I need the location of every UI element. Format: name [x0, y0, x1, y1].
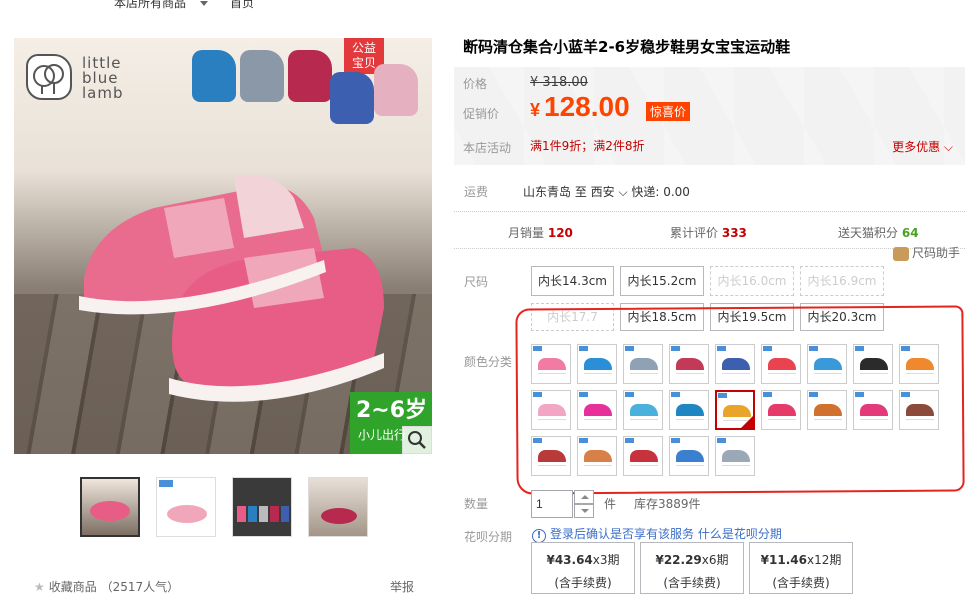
brand-logo: little blue lamb: [26, 52, 144, 110]
activity-label: 本店活动: [463, 141, 512, 155]
chevron-down-icon: ⌵: [940, 140, 953, 154]
activity-text: 满1件9折；满2件8折: [530, 139, 645, 153]
size-option[interactable]: 内长15.2cm: [620, 266, 704, 296]
shipping-label: 运费: [464, 185, 489, 199]
thumbnail-4[interactable]: [308, 477, 368, 537]
shipping-destination[interactable]: 山东青岛 至 西安 ⌵ 快递: 0.00: [523, 183, 690, 200]
quantity-decrease-button[interactable]: [574, 504, 594, 518]
zoom-icon[interactable]: [402, 426, 432, 454]
mini-shoe-navy: [330, 72, 374, 124]
size-helper-button[interactable]: 尺码助手: [893, 244, 960, 261]
quantity-label: 数量: [464, 497, 489, 511]
promo-price: ¥128.00: [530, 91, 630, 122]
tmall-points: 送天猫积分 64: [838, 226, 919, 240]
installment-option[interactable]: ¥11.46x12期 (含手续费): [749, 542, 853, 594]
annotation-highlight: [515, 305, 965, 495]
favorite-count: （2517人气）: [100, 580, 180, 594]
thumbnail-1[interactable]: [80, 477, 140, 537]
quantity-stepper[interactable]: [574, 490, 594, 518]
thumbnail-3[interactable]: [232, 477, 292, 537]
favorite-product[interactable]: ★ 收藏商品 （2517人气）: [34, 578, 179, 595]
sheep-icon: [26, 54, 72, 100]
monthly-sales: 月销量 120: [508, 226, 573, 240]
ruler-icon: [893, 246, 909, 261]
mini-shoe-red: [288, 50, 332, 102]
star-icon: ★: [34, 580, 45, 594]
size-option[interactable]: 内长14.3cm: [531, 266, 614, 296]
mini-shoe-blue: [192, 50, 236, 102]
age-range-text: 2~6岁: [356, 398, 428, 423]
brand-logo-text: little blue lamb: [82, 54, 124, 102]
installment-option[interactable]: ¥22.29x6期 (含手续费): [640, 542, 744, 594]
nav-home[interactable]: 首页: [230, 0, 254, 11]
size-option-disabled: 内长16.9cm: [800, 266, 884, 296]
original-price: ¥ 318.00: [530, 75, 588, 90]
price-label: 价格: [463, 77, 488, 91]
installment-note: ! 登录后确认是否享有该服务 什么是花呗分期: [532, 525, 782, 543]
age-range-subtext: 小儿出行: [358, 428, 407, 442]
stats-bar: 月销量 120 累计评价 333 送天猫积分 64: [454, 211, 965, 249]
top-nav: 本店所有商品 首页: [114, 0, 268, 11]
quantity-increase-button[interactable]: [574, 490, 594, 504]
stock-count: 库存3889件: [634, 497, 701, 511]
installment-label: 花呗分期: [464, 530, 513, 544]
chevron-down-icon[interactable]: [200, 1, 209, 6]
installment-help-link[interactable]: 什么是花呗分期: [698, 527, 782, 541]
color-label: 颜色分类: [464, 355, 513, 369]
installment-option[interactable]: ¥43.64x3期 (含手续费): [531, 542, 635, 594]
quantity-unit: 件: [604, 497, 617, 511]
price-panel: 价格 ¥ 318.00 促销价 ¥128.00 惊喜价 本店活动 满1件9折；满…: [454, 67, 965, 165]
promo-tag: 惊喜价: [646, 102, 691, 121]
thumbnail-2[interactable]: [156, 477, 216, 537]
size-option-disabled: 内长16.0cm: [710, 266, 794, 296]
report-link[interactable]: 举报: [390, 578, 414, 595]
size-label: 尺码: [464, 275, 489, 289]
info-icon: !: [532, 529, 546, 543]
mini-shoe-pink: [374, 64, 418, 116]
product-title: 断码清仓集合小蓝羊2-6岁稳步鞋男女宝宝运动鞋: [463, 38, 791, 56]
nav-all-products[interactable]: 本店所有商品: [114, 0, 186, 11]
more-offers-dropdown[interactable]: 更多优惠 ⌵: [892, 138, 953, 155]
mini-shoe-gray: [240, 50, 284, 102]
promo-price-label: 促销价: [463, 107, 500, 121]
quantity-input[interactable]: [531, 490, 573, 518]
hero-shoe-image: [79, 175, 384, 402]
main-product-image[interactable]: little blue lamb 公益 宝贝 2~6岁 小儿出行: [14, 38, 432, 454]
total-reviews[interactable]: 累计评价 333: [670, 224, 747, 241]
